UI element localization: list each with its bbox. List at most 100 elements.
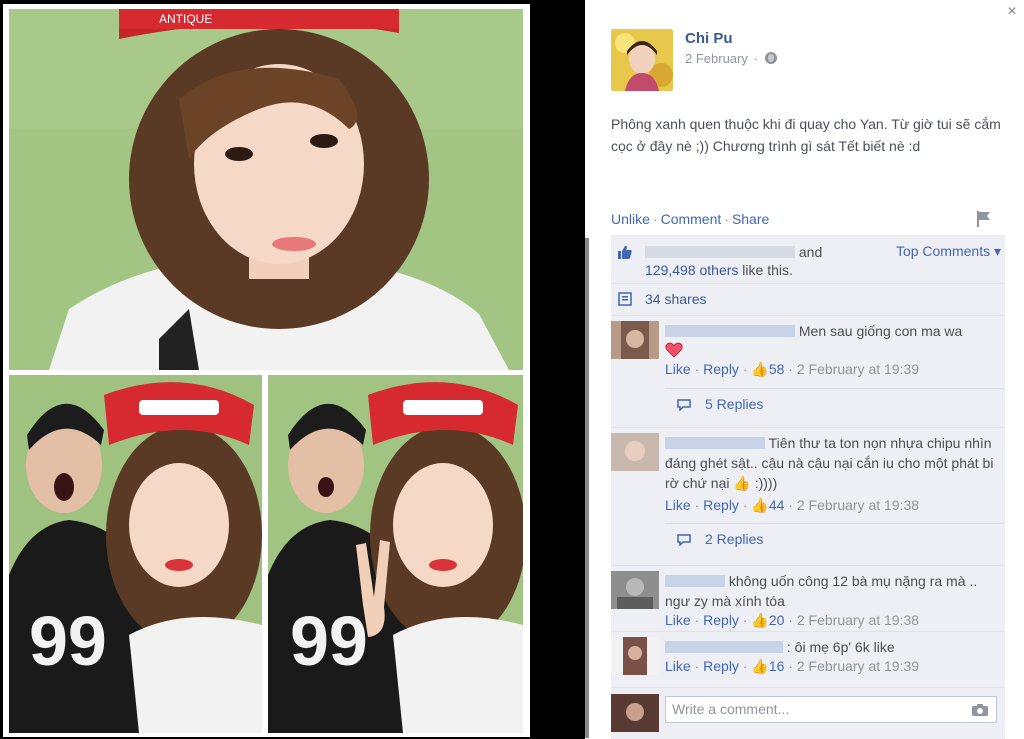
author-avatar[interactable] [611,29,673,91]
blurred-commenter-name[interactable] [665,437,765,449]
separator: · [788,612,793,628]
likes-count-link[interactable]: 129,498 others [645,262,738,278]
comment-reply-link[interactable]: Reply [703,612,739,628]
comment-time[interactable]: 2 February at 19:39 [797,658,919,674]
share-link[interactable]: Share [732,211,769,227]
separator: · [652,211,658,227]
shirt-number: 99 [290,602,368,680]
separator: · [742,497,748,513]
separator: · [788,361,793,377]
photo-duo-2[interactable]: 99 [268,375,523,733]
comment-input-placeholder: Write a comment... [672,701,790,717]
comment-input[interactable]: Write a comment... [665,696,997,723]
like-thumb-icon [618,245,632,259]
viewer-avatar [611,694,659,732]
comment-meta: Like · Reply · 👍58 · 2 February at 19:39 [665,361,919,378]
comment-meta: Like · Reply · 👍20 · 2 February at 19:38 [665,612,919,629]
comment-time[interactable]: 2 February at 19:39 [797,361,919,377]
comment-like-link[interactable]: Like [665,658,691,674]
heart-icon [665,342,683,358]
commenter-avatar[interactable] [611,433,659,471]
comment-likes[interactable]: 👍20 [751,612,784,628]
separator: · [788,658,793,674]
camera-icon[interactable] [971,703,989,717]
likes-row: and 129,498 others like this. Top Commen… [611,235,1005,282]
post-body: Phông xanh quen thuộc khi đi quay cho Ya… [611,116,1001,154]
photo-stage: ANTIQUE 99 99 [0,0,530,739]
commenter-avatar[interactable] [611,637,659,675]
shares-link[interactable]: 34 shares [645,291,706,307]
separator: · [742,612,748,628]
reply-arrow-icon [677,534,691,546]
comment-meta: Like · Reply · 👍44 · 2 February at 19:38 [665,497,919,514]
globe-icon[interactable] [765,52,778,64]
comment-like-link[interactable]: Like [665,612,691,628]
post-date-text[interactable]: 2 February [685,51,748,66]
separator: · [742,658,748,674]
comment-body-tail: :)))) [754,475,778,491]
view-replies-link[interactable]: 2 Replies [705,531,763,547]
photo-duo-1[interactable]: 99 [9,375,262,733]
shares-icon [618,292,632,306]
comment-text: không uốn công 12 bà mụ nặng ra mà .. ng… [665,571,1001,611]
comment-reply-link[interactable]: Reply [703,361,739,377]
blurred-commenter-name[interactable] [665,575,725,587]
comment-likes-count[interactable]: 20 [769,612,785,628]
post-date[interactable]: 2 February · [685,51,778,66]
comment-item: Men sau giống con ma wa Like · Reply · 👍… [611,315,1005,445]
comment-text: Men sau giống con ma wa [665,321,1001,341]
comment-item: Tiên thư ta ton nọn nhựa chipu nhìn đáng… [611,427,1005,565]
comment-body: : ôi mẹ 6p' 6k like [786,639,895,655]
cap-text: ANTIQUE [159,12,212,26]
comment-like-link[interactable]: Like [665,361,691,377]
comment-composer: Write a comment... [611,687,1005,732]
comment-likes[interactable]: 👍44 [751,497,784,513]
comment-likes[interactable]: 👍58 [751,361,784,377]
blurred-names [645,246,795,258]
comment-time[interactable]: 2 February at 19:38 [797,612,919,628]
view-replies-link[interactable]: 5 Replies [705,396,763,412]
post-panel: × Chi Pu 2 February · Phông xanh quen th… [585,0,1024,739]
blurred-commenter-name[interactable] [665,641,783,653]
replies-row[interactable]: 5 Replies [665,388,1005,420]
comment-link[interactable]: Comment [661,211,722,227]
replies-row[interactable]: 2 Replies [665,523,1005,555]
commenter-avatar[interactable] [611,321,659,359]
comment-reply-link[interactable]: Reply [703,497,739,513]
likes-and: and [798,244,823,260]
comment-reply-link[interactable]: Reply [703,658,739,674]
separator: · [694,612,700,628]
unlike-link[interactable]: Unlike [611,211,650,227]
blurred-commenter-name[interactable] [665,325,795,337]
likes-suffix: like this. [742,262,793,278]
comment-likes-count[interactable]: 44 [769,497,785,513]
thumbs-emoji-icon: 👍 [733,475,751,491]
close-icon[interactable]: × [1004,4,1020,20]
separator: · [724,211,729,227]
likes-line-2: 129,498 others like this. [645,262,793,278]
comment-likes-count[interactable]: 16 [769,658,785,674]
separator: · [788,497,793,513]
comment-item: không uốn công 12 bà mụ nặng ra mà .. ng… [611,565,1005,631]
commenter-avatar[interactable] [611,571,659,609]
comment-body: Men sau giống con ma wa [798,323,963,339]
panel-scrollbar[interactable] [585,238,589,738]
comment-likes-count[interactable]: 58 [769,361,785,377]
comment-text: : ôi mẹ 6p' 6k like [665,637,1001,657]
separator: · [694,361,700,377]
top-comments-dropdown[interactable]: Top Comments ▾ [896,243,1001,260]
separator: · [694,658,700,674]
comment-time[interactable]: 2 February at 19:38 [797,497,919,513]
comment-meta: Like · Reply · 👍16 · 2 February at 19:39 [665,658,919,675]
comment-text: Tiên thư ta ton nọn nhựa chipu nhìn đáng… [665,433,1001,493]
ufi-block: and 129,498 others like this. Top Commen… [611,235,1005,739]
photo-collage[interactable]: ANTIQUE 99 99 [3,4,530,737]
post-author[interactable]: Chi Pu [685,30,733,47]
separator: · [694,497,700,513]
photo-selfie-large[interactable]: ANTIQUE [9,9,523,370]
comment-like-link[interactable]: Like [665,497,691,513]
shares-row: 34 shares [611,283,1005,315]
comment-likes[interactable]: 👍16 [751,658,784,674]
flag-icon[interactable] [976,210,992,228]
comment-item: : ôi mẹ 6p' 6k like Like · Reply · 👍16 ·… [611,631,1005,695]
